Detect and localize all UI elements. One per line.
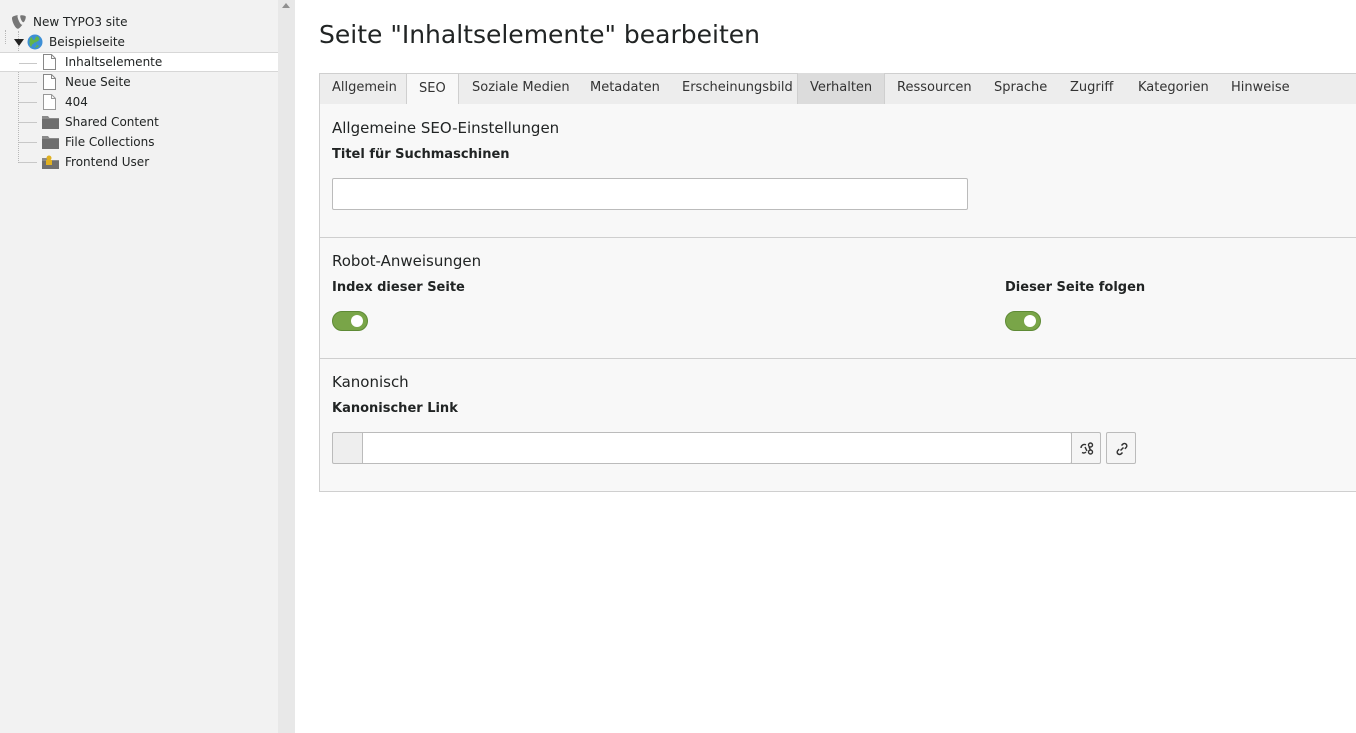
tab-kategorien[interactable]: Kategorien xyxy=(1126,73,1221,105)
section-divider xyxy=(320,237,1356,238)
tree-item-shared-content[interactable]: Shared Content xyxy=(0,112,278,132)
canonical-link-addon xyxy=(332,432,363,464)
tab-sprache[interactable]: Sprache xyxy=(982,73,1059,105)
follow-toggle[interactable] xyxy=(1005,311,1041,331)
tab-zugriff[interactable]: Zugriff xyxy=(1058,73,1125,105)
section-title-canonical: Kanonisch xyxy=(332,373,409,391)
tab-seo[interactable]: SEO xyxy=(406,73,459,106)
tab-ressourcen[interactable]: Ressourcen xyxy=(885,73,984,105)
toggle-knob xyxy=(351,315,363,327)
tree-item-root[interactable]: New TYPO3 site xyxy=(0,12,278,32)
section-divider xyxy=(320,358,1356,359)
tab-allgemein[interactable]: Allgemein xyxy=(320,73,409,105)
canonical-link-label: Kanonischer Link xyxy=(332,401,458,416)
tree-item-file-collections[interactable]: File Collections xyxy=(0,132,278,152)
clear-link-button[interactable] xyxy=(1071,432,1101,464)
tab-soziale-medien[interactable]: Soziale Medien xyxy=(460,73,582,105)
page-tree: New TYPO3 site Beispielseite Inhaltselem… xyxy=(0,0,278,733)
tree-connector xyxy=(19,63,37,64)
section-title-robots: Robot-Anweisungen xyxy=(332,252,482,270)
tab-hinweise[interactable]: Hinweise xyxy=(1219,73,1302,105)
user-folder-icon xyxy=(42,155,59,169)
tree-item-label: Neue Seite xyxy=(65,75,131,89)
seo-title-label: Titel für Suchmaschinen xyxy=(332,147,510,162)
section-title-general-seo: Allgemeine SEO-Einstellungen xyxy=(332,119,560,137)
tree-item-label: Inhaltselemente xyxy=(65,55,163,69)
tree-item-label: New TYPO3 site xyxy=(33,15,128,29)
tree-item-inhaltselemente[interactable]: Inhaltselemente xyxy=(0,52,278,72)
seo-tab-panel: Allgemeine SEO-Einstellungen Titel für S… xyxy=(319,104,1356,492)
tree-item-label: Beispielseite xyxy=(49,35,125,49)
tree-item-neue-seite[interactable]: Neue Seite xyxy=(0,72,278,92)
tree-item-beispielseite[interactable]: Beispielseite xyxy=(0,32,278,52)
page-title: Seite "Inhaltselemente" bearbeiten xyxy=(319,20,760,49)
tree-connector xyxy=(19,102,37,103)
link-icon xyxy=(1116,442,1128,456)
index-label: Index dieser Seite xyxy=(332,280,465,295)
index-toggle[interactable] xyxy=(332,311,368,331)
follow-label: Dieser Seite folgen xyxy=(1005,280,1146,295)
edit-form-area: Seite "Inhaltselemente" bearbeiten Allge… xyxy=(295,0,1356,733)
tree-connector xyxy=(19,82,37,83)
tree-connector xyxy=(19,142,37,143)
tab-metadaten[interactable]: Metadaten xyxy=(578,73,672,105)
expand-toggle-icon[interactable] xyxy=(14,39,24,46)
broken-link-icon xyxy=(1080,442,1094,455)
scroll-up-arrow-icon[interactable] xyxy=(282,3,290,8)
tree-item-label: File Collections xyxy=(65,135,155,149)
tree-item-404[interactable]: 404 xyxy=(0,92,278,112)
tree-item-label: Frontend User xyxy=(65,155,150,169)
tab-erscheinungsbild[interactable]: Erscheinungsbild xyxy=(670,73,805,105)
link-browser-button[interactable] xyxy=(1106,432,1136,464)
folder-icon xyxy=(42,115,59,129)
tab-bar: Allgemein SEO Soziale Medien Metadaten E… xyxy=(319,73,1356,106)
folder-icon xyxy=(42,135,59,149)
toggle-knob xyxy=(1024,315,1036,327)
globe-icon xyxy=(27,34,43,50)
tree-item-frontend-user[interactable]: Frontend User xyxy=(0,152,278,172)
tree-item-label: Shared Content xyxy=(65,115,159,129)
tree-connector xyxy=(19,122,37,123)
seo-title-input[interactable] xyxy=(332,178,968,210)
page-icon xyxy=(43,74,56,90)
page-icon xyxy=(43,54,56,70)
tree-connector xyxy=(19,162,37,163)
canonical-link-input[interactable] xyxy=(362,432,1072,464)
tab-verhalten[interactable]: Verhalten xyxy=(797,73,886,105)
page-icon xyxy=(43,94,56,110)
tree-scrollbar[interactable] xyxy=(278,0,295,733)
tree-item-label: 404 xyxy=(65,95,88,109)
typo3-logo-icon xyxy=(11,14,27,30)
